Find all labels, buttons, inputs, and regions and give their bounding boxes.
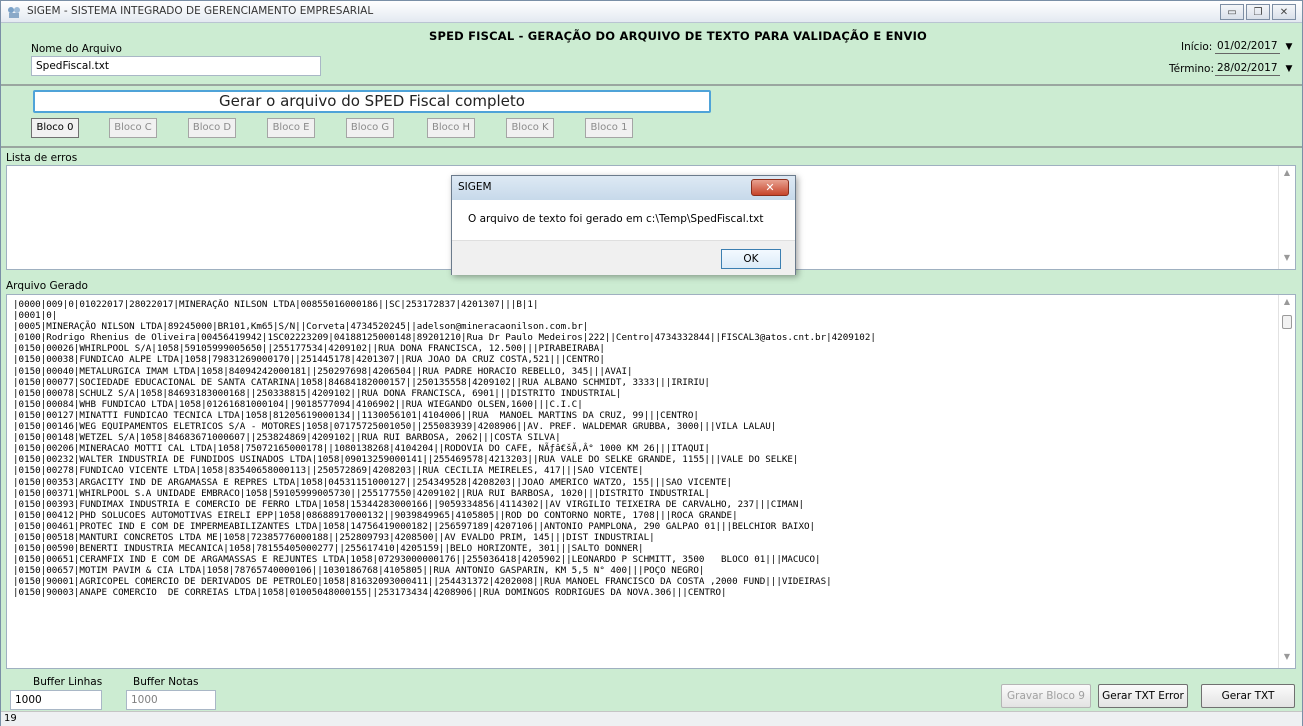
- inicio-label: Início:: [1181, 41, 1213, 53]
- output-line: |0150|00461|PROTEC IND E COM DE IMPERMEA…: [13, 520, 816, 532]
- bloco-c-button[interactable]: Bloco C: [109, 118, 157, 138]
- output-line: |0150|00590|BENERTI INDUSTRIA MECANICA|1…: [13, 543, 644, 555]
- scroll-up-icon[interactable]: ▲: [1279, 168, 1295, 182]
- restore-button[interactable]: ❐: [1246, 4, 1270, 20]
- dialog-ok-button[interactable]: OK: [721, 249, 781, 269]
- actions-divider: [1, 146, 1302, 148]
- bloco-h-button[interactable]: Bloco H: [427, 118, 475, 138]
- gerar-txt-button[interactable]: Gerar TXT: [1201, 684, 1295, 708]
- output-line: |0150|00146|WEG EQUIPAMENTOS ELETRICOS S…: [13, 421, 777, 433]
- chevron-down-icon[interactable]: ▼: [1286, 42, 1293, 52]
- buffer-linhas-field[interactable]: 1000: [10, 690, 102, 710]
- output-line: |0150|00412|PHD SOLUCOES AUTOMOTIVAS EIR…: [13, 509, 738, 521]
- generate-full-button[interactable]: Gerar o arquivo do SPED Fiscal completo: [33, 90, 711, 113]
- scroll-down-icon[interactable]: ▼: [1279, 652, 1295, 666]
- buffer-notas-field[interactable]: 1000: [126, 690, 216, 710]
- bloco-1-button[interactable]: Bloco 1: [585, 118, 633, 138]
- message-dialog: SIGEM ✕ O arquivo de texto foi gerado em…: [451, 175, 796, 275]
- filename-label: Nome do Arquivo: [31, 43, 122, 55]
- output-line: |0150|90003|ANAPE COMERCIO DE CORREIAS L…: [13, 587, 727, 599]
- bloco-0-button[interactable]: Bloco 0: [31, 118, 79, 138]
- chevron-down-icon[interactable]: ▼: [1286, 64, 1293, 74]
- output-line: |0150|00353|ARGACITY IND DE ARGAMASSA E …: [13, 476, 733, 488]
- scroll-down-icon[interactable]: ▼: [1279, 253, 1295, 267]
- gravar-bloco9-button[interactable]: Gravar Bloco 9: [1001, 684, 1091, 708]
- title-bar[interactable]: SIGEM - SISTEMA INTEGRADO DE GERENCIAMEN…: [1, 1, 1302, 23]
- output-line: |0150|00078|SCHULZ S/A|1058|846931830001…: [13, 387, 622, 399]
- header-area: SPED FISCAL - GERAÇÃO DO ARQUIVO DE TEXT…: [1, 23, 1302, 87]
- status-bar: 19: [1, 711, 1302, 726]
- inicio-date-value[interactable]: 01/02/2017: [1215, 39, 1280, 54]
- errors-label: Lista de erros: [6, 152, 78, 164]
- output-line: |0150|90001|AGRICOPEL COMERCIO DE DERIVA…: [13, 576, 832, 588]
- output-line: |0150|00232|WALTER INDUSTRIA DE FUNDIDOS…: [13, 454, 799, 466]
- output-line: |0150|00040|METALURGICA IMAM LTDA|1058|8…: [13, 365, 633, 377]
- errors-scrollbar[interactable]: ▲ ▼: [1278, 166, 1295, 269]
- close-button[interactable]: ✕: [1272, 4, 1296, 20]
- output-label: Arquivo Gerado: [6, 280, 88, 292]
- output-line: |0150|00393|FUNDIMAX INDUSTRIA E COMERCI…: [13, 498, 804, 510]
- output-line: |0150|00026|WHIRLPOOL S/A|1058|591059990…: [13, 343, 605, 355]
- status-count: 19: [4, 713, 17, 724]
- gerar-txt-error-button[interactable]: Gerar TXT Error: [1098, 684, 1188, 708]
- termino-date-picker[interactable]: 28/02/2017 ▼: [1215, 61, 1292, 76]
- output-line: |0100|Rodrigo Rhenius de Oliveira|004564…: [13, 332, 876, 344]
- termino-label: Término:: [1169, 63, 1214, 75]
- output-line: |0150|00077|SOCIEDADE EDUCACIONAL DE SAN…: [13, 376, 710, 388]
- termino-date-value[interactable]: 28/02/2017: [1215, 61, 1280, 76]
- bloco-g-button[interactable]: Bloco G: [346, 118, 394, 138]
- output-line: |0150|00651|CERAMFIX IND E COM DE ARGAMA…: [13, 554, 821, 566]
- dialog-close-icon[interactable]: ✕: [751, 179, 789, 196]
- bloco-d-button[interactable]: Bloco D: [188, 118, 236, 138]
- bloco-k-button[interactable]: Bloco K: [506, 118, 554, 138]
- output-line: |0150|00148|WETZEL S/A|1058|846836710006…: [13, 432, 561, 444]
- output-line: |0150|00371|WHIRLPOOL S.A UNIDADE EMBRAC…: [13, 487, 710, 499]
- page-title: SPED FISCAL - GERAÇÃO DO ARQUIVO DE TEXT…: [429, 29, 928, 43]
- output-text-area[interactable]: |0000|009|0|01022017|28022017|MINERAÇÃO …: [6, 294, 1296, 669]
- header-divider: [1, 84, 1302, 86]
- dialog-title: SIGEM: [458, 181, 492, 193]
- buffer-notas-label: Buffer Notas: [133, 676, 199, 688]
- scroll-thumb[interactable]: [1282, 315, 1292, 329]
- output-line: |0000|009|0|01022017|28022017|MINERAÇÃO …: [13, 299, 539, 310]
- app-icon: [8, 7, 20, 18]
- filename-field[interactable]: SpedFiscal.txt: [31, 56, 321, 76]
- output-line: |0150|00657|MOTIM PAVIM & CIA LTDA|1058|…: [13, 565, 705, 577]
- scroll-up-icon[interactable]: ▲: [1279, 297, 1295, 311]
- output-line: |0150|00518|MANTURI CONCRETOS LTDA ME|10…: [13, 531, 655, 543]
- output-line: |0150|00206|MINERACAO MOTTI CAL LTDA|105…: [13, 443, 710, 455]
- output-line: |0150|00278|FUNDICAO VICENTE LTDA|1058|8…: [13, 465, 644, 477]
- output-scrollbar[interactable]: ▲ ▼: [1278, 295, 1295, 668]
- dialog-message: O arquivo de texto foi gerado em c:\Temp…: [468, 213, 764, 225]
- inicio-date-picker[interactable]: 01/02/2017 ▼: [1215, 39, 1292, 54]
- bloco-e-button[interactable]: Bloco E: [267, 118, 315, 138]
- minimize-button[interactable]: ▭: [1220, 4, 1244, 20]
- output-line: |0001|0|: [13, 310, 58, 322]
- dialog-footer: OK: [452, 240, 795, 275]
- dialog-title-bar[interactable]: SIGEM ✕: [452, 176, 795, 200]
- output-line: |0150|00084|WHB FUNDICAO LTDA|1058|01261…: [13, 398, 583, 410]
- buffer-linhas-label: Buffer Linhas: [33, 676, 103, 688]
- main-window: SIGEM - SISTEMA INTEGRADO DE GERENCIAMEN…: [0, 0, 1303, 726]
- window-title: SIGEM - SISTEMA INTEGRADO DE GERENCIAMEN…: [27, 5, 374, 17]
- output-code[interactable]: |0000|009|0|01022017|28022017|MINERAÇÃO …: [13, 299, 1273, 599]
- output-line: |0005|MINERAÇÃO NILSON LTDA|89245000|BR1…: [13, 321, 589, 333]
- output-line: |0150|00127|MINATTI FUNDICAO TECNICA LTD…: [13, 409, 699, 421]
- output-line: |0150|00038|FUNDICAO ALPE LTDA|1058|7983…: [13, 354, 605, 366]
